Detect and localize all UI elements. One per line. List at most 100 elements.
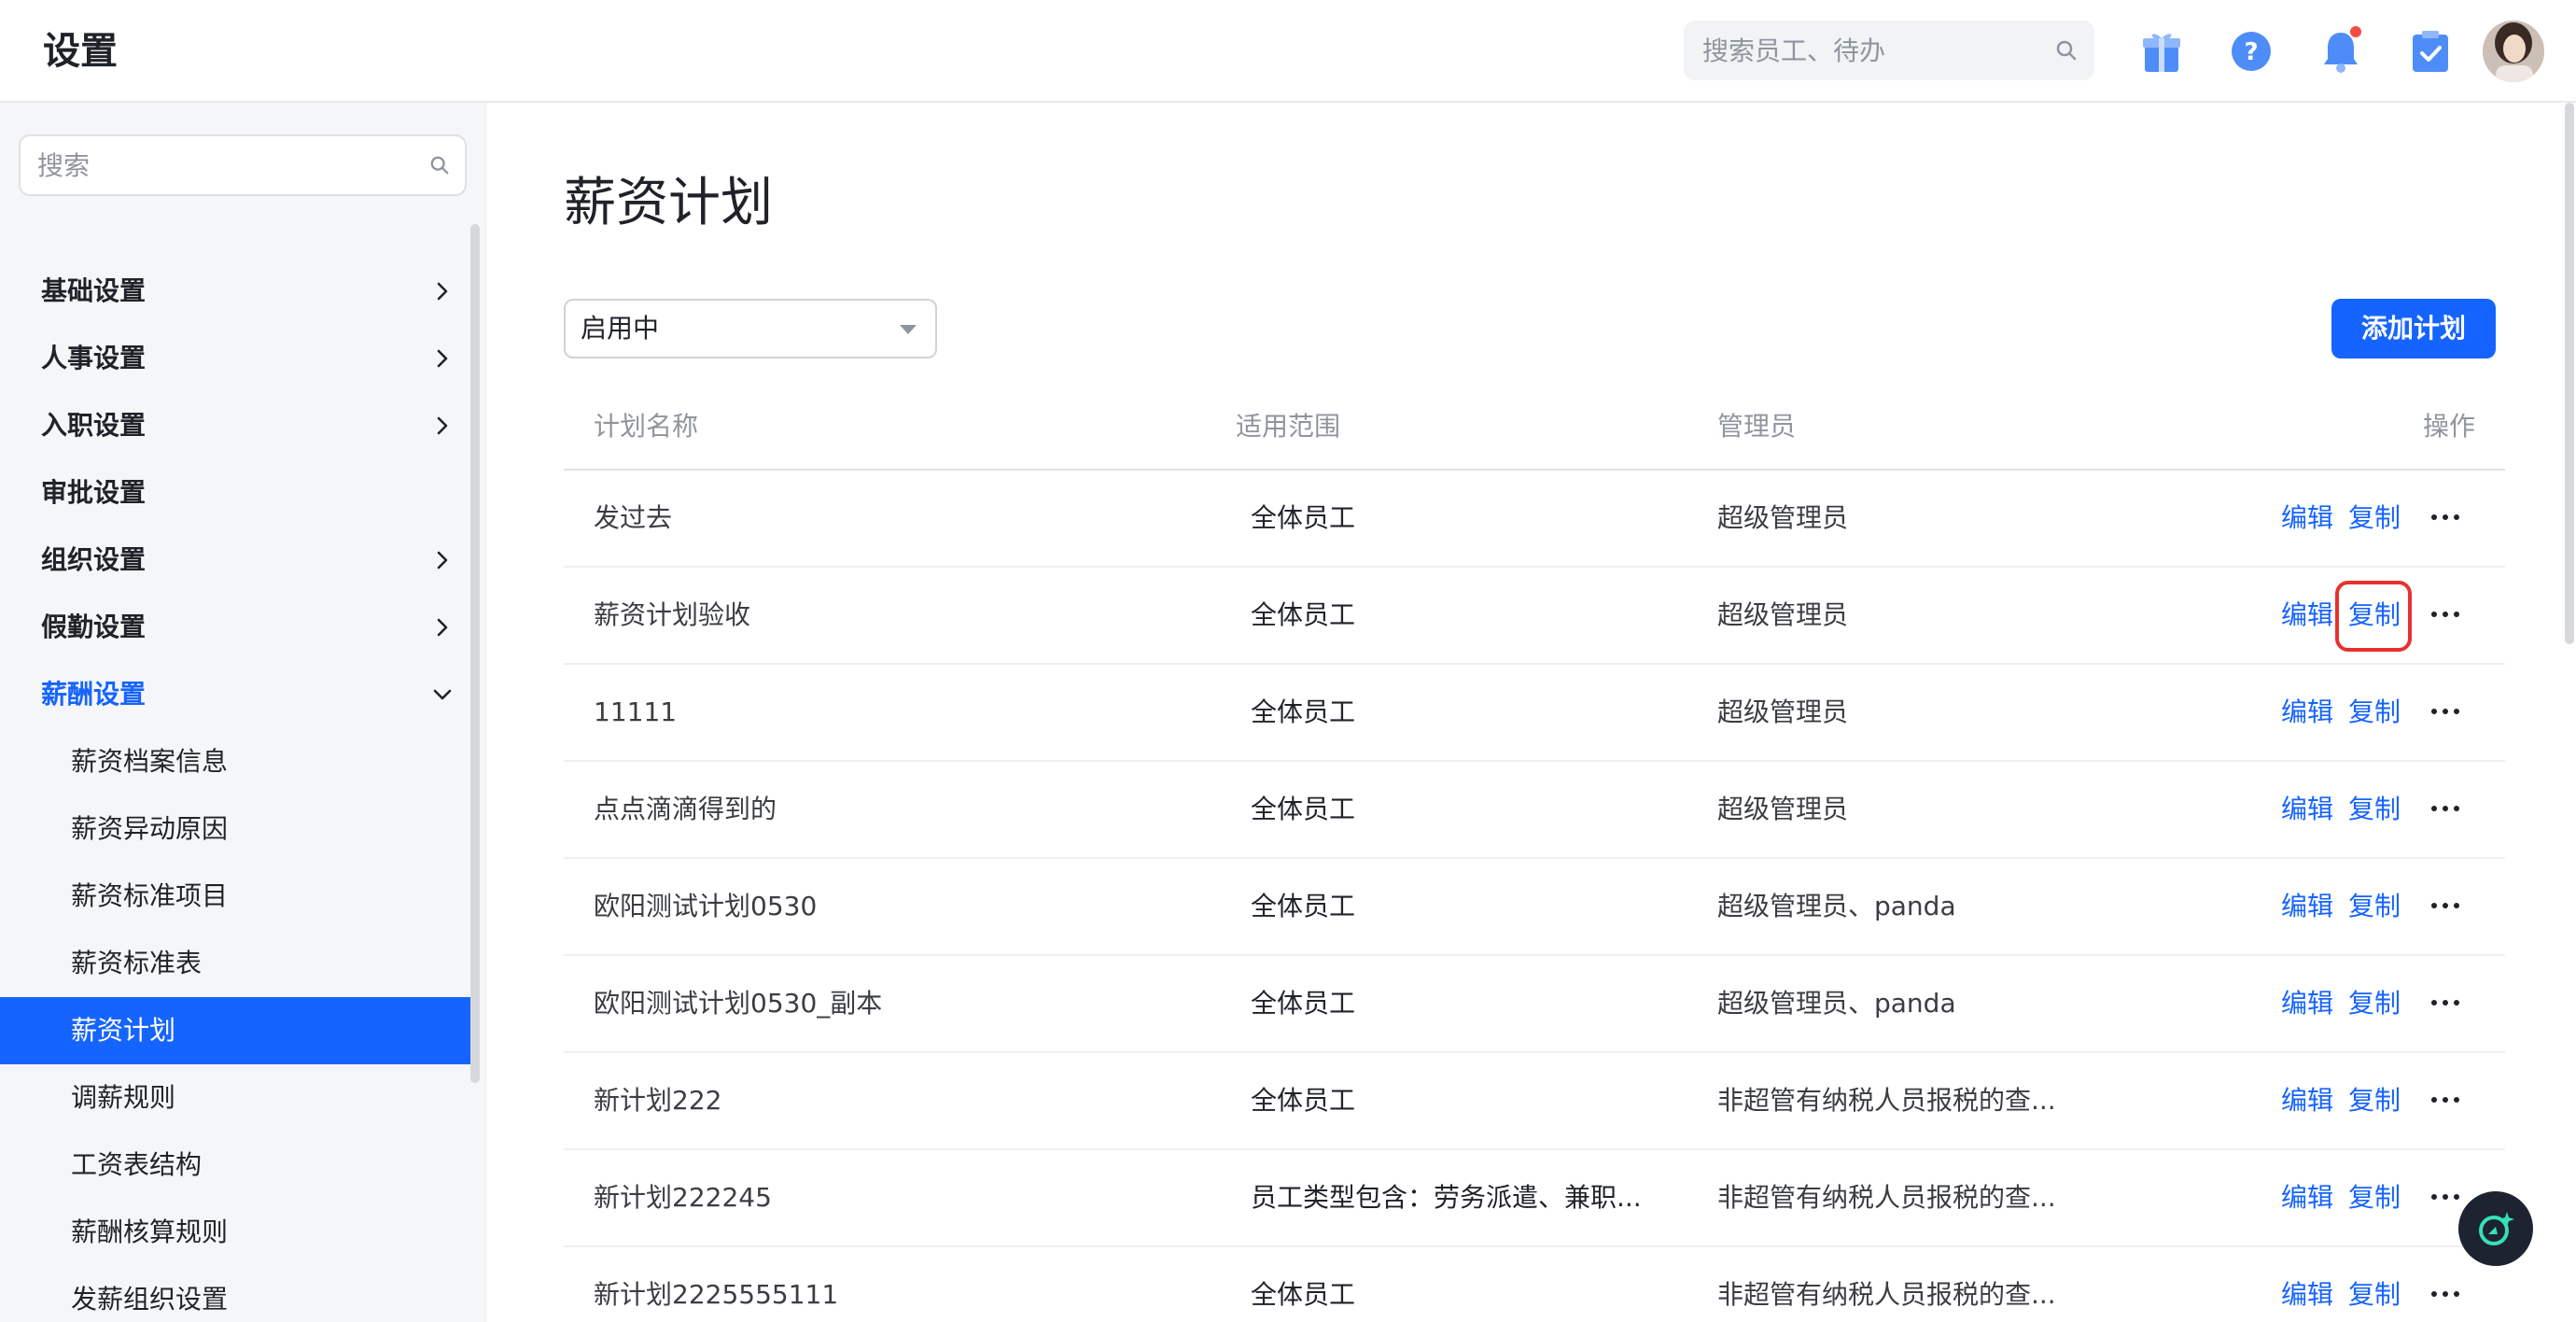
sidebar-subitem-salary-profile[interactable]: 薪资档案信息: [0, 728, 480, 795]
plan-admin-cell: 非超管有纳税人员报税的查...: [1717, 1279, 2056, 1310]
sidebar-subitem-label: 薪资标准项目: [71, 880, 229, 911]
add-plan-button[interactable]: 添加计划: [2331, 299, 2496, 359]
search-icon[interactable]: [2055, 39, 2078, 62]
caret-down-icon: [900, 325, 917, 334]
sidebar-item-approval[interactable]: 审批设置: [0, 459, 480, 527]
global-search-input[interactable]: [1684, 21, 2038, 80]
plan-scope-cell: 全体员工: [1251, 599, 1356, 630]
column-header-actions: 操作: [2423, 411, 2476, 442]
plan-admin-cell: 非超管有纳税人员报税的查...: [1717, 1085, 2056, 1116]
chevron-right-icon: [437, 618, 448, 637]
search-icon[interactable]: [429, 155, 450, 176]
table-row: 11111 全体员工 超级管理员 编辑 复制: [564, 665, 2505, 762]
assistant-icon: [2479, 1212, 2514, 1245]
plan-scope-cell: 全体员工: [1251, 502, 1356, 533]
copy-link[interactable]: 复制: [2348, 1247, 2401, 1322]
copy-link[interactable]: 复制: [2348, 665, 2401, 760]
more-icon[interactable]: [2429, 993, 2462, 1012]
sidebar-item-compensation[interactable]: 薪酬设置: [0, 661, 480, 728]
chevron-right-icon: [437, 551, 448, 570]
sidebar-subitem-adjust-rules[interactable]: 调薪规则: [0, 1064, 480, 1132]
help-icon[interactable]: ?: [2227, 24, 2275, 78]
plan-admin-cell: 超级管理员、panda: [1717, 988, 1956, 1019]
more-icon[interactable]: [2429, 1090, 2462, 1109]
sidebar-subitem-label: 调薪规则: [71, 1082, 176, 1113]
sidebar-subitem-payout-org[interactable]: 发薪组织设置: [0, 1266, 480, 1322]
plan-scope-cell: 全体员工: [1251, 1085, 1356, 1116]
edit-link[interactable]: 编辑: [2281, 568, 2333, 663]
more-icon[interactable]: [2429, 508, 2462, 527]
column-header-scope: 适用范围: [1236, 411, 1341, 442]
plan-admin-cell: 超级管理员、panda: [1717, 891, 1956, 921]
more-icon[interactable]: [2429, 799, 2462, 818]
sidebar-scrollbar[interactable]: [470, 224, 480, 1083]
plan-admin-cell: 超级管理员: [1717, 599, 1849, 630]
sidebar-subitem-label: 薪资档案信息: [71, 746, 229, 777]
sidebar-nav: 基础设置 人事设置 入职设置 审批设置 组织设置 假勤设置 薪酬设置 薪资档案信…: [0, 258, 480, 1322]
edit-link[interactable]: 编辑: [2281, 956, 2333, 1051]
more-icon[interactable]: [2429, 605, 2462, 624]
copy-link[interactable]: 复制: [2348, 1053, 2401, 1148]
app-title: 设置: [43, 30, 118, 73]
copy-link[interactable]: 复制: [2348, 471, 2401, 566]
copy-link[interactable]: 复制: [2348, 859, 2401, 954]
sidebar-item-onboarding[interactable]: 入职设置: [0, 392, 480, 459]
edit-link[interactable]: 编辑: [2281, 1247, 2333, 1322]
gift-icon[interactable]: [2137, 24, 2186, 78]
plan-name-cell: 新计划2225555111: [594, 1279, 839, 1310]
plan-scope-cell: 全体员工: [1251, 794, 1356, 824]
plan-name-cell: 薪资计划验收: [594, 599, 751, 630]
more-icon[interactable]: [2429, 896, 2462, 915]
edit-link[interactable]: 编辑: [2281, 859, 2333, 954]
bell-icon[interactable]: [2317, 24, 2365, 78]
edit-link[interactable]: 编辑: [2281, 471, 2333, 566]
column-header-name: 计划名称: [594, 411, 699, 442]
sidebar-subitem-payroll-structure[interactable]: 工资表结构: [0, 1132, 480, 1199]
edit-link[interactable]: 编辑: [2281, 665, 2333, 760]
copy-link[interactable]: 复制: [2348, 956, 2401, 1051]
tasks-icon[interactable]: [2406, 24, 2455, 78]
sidebar-item-hr[interactable]: 人事设置: [0, 325, 480, 392]
sidebar-subitem-standard-table[interactable]: 薪资标准表: [0, 930, 480, 997]
table-row: 新计划222 全体员工 非超管有纳税人员报税的查... 编辑 复制: [564, 1053, 2505, 1150]
plan-admin-cell: 超级管理员: [1717, 502, 1849, 533]
assistant-fab-button[interactable]: [2458, 1191, 2533, 1266]
sidebar-item-organization[interactable]: 组织设置: [0, 527, 480, 594]
global-search-box[interactable]: [1684, 21, 2094, 80]
plan-scope-cell: 全体员工: [1251, 696, 1356, 727]
more-icon[interactable]: [2429, 1285, 2462, 1303]
table-row: 新计划2225555111 全体员工 非超管有纳税人员报税的查... 编辑 复制: [564, 1247, 2505, 1322]
notification-badge: [2348, 24, 2363, 39]
sidebar-subitem-calc-rules[interactable]: 薪酬核算规则: [0, 1199, 480, 1266]
avatar[interactable]: [2483, 21, 2544, 82]
plan-name-cell: 新计划222245: [594, 1182, 772, 1213]
sidebar-subitem-salary-plan[interactable]: 薪资计划: [0, 997, 480, 1064]
sidebar-item-basic[interactable]: 基础设置: [0, 258, 480, 325]
copy-link[interactable]: 复制: [2348, 762, 2401, 857]
edit-link[interactable]: 编辑: [2281, 1053, 2333, 1148]
sidebar-subitem-label: 工资表结构: [71, 1149, 203, 1180]
sidebar-item-attendance[interactable]: 假勤设置: [0, 594, 480, 661]
table-row: 欧阳测试计划0530_副本 全体员工 超级管理员、panda 编辑 复制: [564, 956, 2505, 1053]
plan-name-cell: 发过去: [594, 502, 673, 533]
sidebar-search-box[interactable]: [19, 134, 467, 196]
plan-name-cell: 新计划222: [594, 1085, 722, 1116]
table-row: 薪资计划验收 全体员工 超级管理员 编辑 复制: [564, 568, 2505, 665]
sidebar-subitem-change-reason[interactable]: 薪资异动原因: [0, 795, 480, 863]
svg-text:?: ?: [2244, 38, 2258, 66]
edit-link[interactable]: 编辑: [2281, 762, 2333, 857]
page-scrollbar[interactable]: [2565, 103, 2574, 644]
sidebar: 基础设置 人事设置 入职设置 审批设置 组织设置 假勤设置 薪酬设置 薪资档案信…: [0, 103, 487, 1322]
plan-scope-cell: 全体员工: [1251, 988, 1356, 1019]
more-icon[interactable]: [2429, 1188, 2462, 1206]
copy-link[interactable]: 复制: [2348, 1150, 2401, 1245]
sidebar-item-label: 薪酬设置: [41, 679, 147, 710]
sidebar-subitem-standard-items[interactable]: 薪资标准项目: [0, 863, 480, 930]
status-filter-select[interactable]: 启用中: [564, 299, 937, 359]
top-bar: 设置 ?: [0, 0, 2576, 103]
more-icon[interactable]: [2429, 702, 2462, 721]
edit-link[interactable]: 编辑: [2281, 1150, 2333, 1245]
plan-scope-cell: 全体员工: [1251, 891, 1356, 921]
plan-name-cell: 11111: [594, 696, 678, 727]
sidebar-search-input[interactable]: [21, 136, 413, 194]
